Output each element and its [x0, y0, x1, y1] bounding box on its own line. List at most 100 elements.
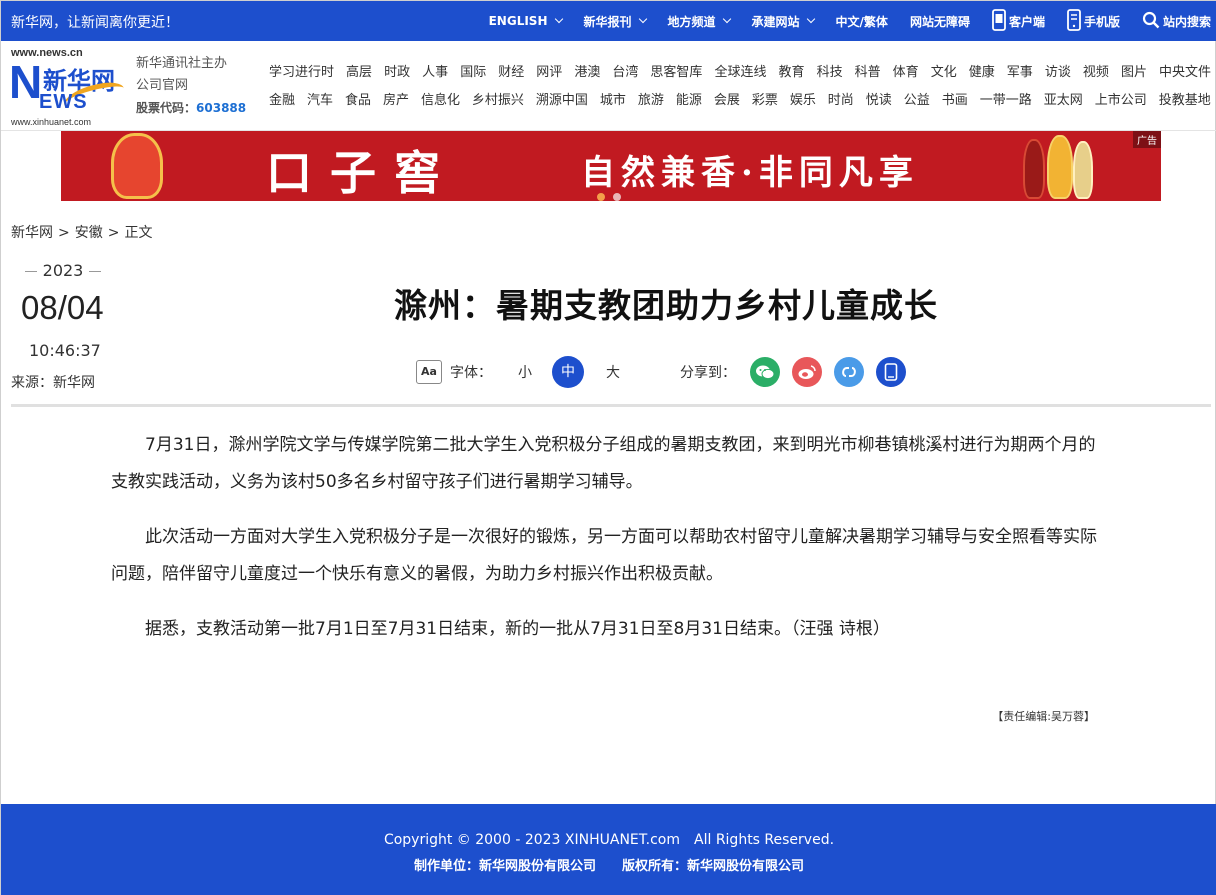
channel-link[interactable]: 亚太网 — [1044, 90, 1083, 118]
footer-producer: 制作单位：新华网股份有限公司 — [413, 859, 596, 874]
breadcrumb-current: 正文 — [124, 225, 153, 241]
chevron-down-icon — [638, 14, 647, 24]
channel-link[interactable]: 时尚 — [828, 90, 854, 118]
article-paragraph: 7月31日，滁州学院文学与传媒学院第二批大学生入党积极分子组成的暑期支教团，来到… — [111, 435, 1096, 492]
top-bar: 新华网，让新闻离你更近！ ENGLISH 新华报刊 地方频道 承建网站 中文/繁体 网站无… — [1, 1, 1216, 41]
channel-link[interactable]: 体育 — [893, 62, 919, 90]
channel-link[interactable]: 教育 — [779, 62, 805, 90]
channel-link[interactable]: 台湾 — [612, 62, 638, 90]
stock-code[interactable]: 603888 — [196, 101, 246, 115]
search-icon — [1142, 11, 1160, 32]
top-nav-item[interactable]: ENGLISH — [489, 14, 563, 28]
channel-link[interactable]: 娱乐 — [790, 90, 816, 118]
channel-row-2: 金融 汽车 食品 房产 信息化 乡村振兴 溯源中国 城市 旅游 能源 会展 彩票 娱乐 时尚 悦读 公益 书画一… — [269, 90, 1211, 118]
channel-link[interactable]: 上市公司 — [1095, 90, 1147, 118]
channel-link[interactable]: 房产 — [383, 90, 409, 118]
carousel-dot[interactable] — [613, 193, 621, 201]
channel-link[interactable]: 会展 — [714, 90, 740, 118]
channel-link[interactable]: 视频 — [1083, 62, 1109, 90]
channel-link[interactable]: 彩票 — [752, 90, 778, 118]
channel-link[interactable]: 高层 — [346, 62, 372, 90]
ad-bottle-3 — [1073, 141, 1093, 199]
font-size-small[interactable]: 小 — [518, 362, 532, 382]
chevron-down-icon — [722, 14, 731, 24]
channel-link[interactable]: 悦读 — [866, 90, 892, 118]
channel-link[interactable]: 汽车 — [307, 90, 333, 118]
channel-link[interactable]: 国际 — [460, 62, 486, 90]
channel-link[interactable]: 图片 — [1121, 62, 1147, 90]
mobile-share-button[interactable] — [876, 357, 906, 387]
channel-link[interactable]: 中央文件 — [1159, 62, 1211, 90]
link-icon — [842, 367, 856, 377]
channel-link[interactable]: 健康 — [969, 62, 995, 90]
channel-link[interactable]: 时政 — [384, 62, 410, 90]
channel-link[interactable]: 投教基地 — [1159, 90, 1211, 118]
channel-link[interactable]: 城市 — [600, 90, 626, 118]
ad-banner[interactable]: 口子窖 自然兼香·非同凡享 广告 — [61, 131, 1161, 201]
top-nav-item[interactable]: 网站无障碍 — [910, 13, 970, 30]
carousel-dot[interactable] — [597, 193, 605, 201]
channel-link[interactable]: 一带一路 — [980, 90, 1032, 118]
site-header: www.news.cn N 新华网 EWS www.xinhuanet.com … — [1, 41, 1216, 131]
font-size-large[interactable]: 大 — [606, 362, 620, 382]
ad-bottle-1 — [1023, 139, 1045, 199]
article-body: 7月31日，滁州学院文学与传媒学院第二批大学生入党积极分子组成的暑期支教团，来到… — [111, 427, 1111, 667]
article-tools: Aa 字体： 小 中 大 分享到： — [416, 356, 918, 388]
responsible-editor: 【责任编辑:吴万蓉】 — [992, 710, 1095, 723]
breadcrumb-home[interactable]: 新华网 — [11, 225, 53, 241]
wechat-share-button[interactable] — [750, 357, 780, 387]
ad-tagline: 自然兼香·非同凡享 — [581, 153, 919, 193]
top-nav-item[interactable]: 客户端 — [992, 8, 1045, 34]
channel-link[interactable]: 金融 — [269, 90, 295, 118]
top-nav-item[interactable]: 地方频道 — [668, 13, 731, 30]
channel-link[interactable]: 溯源中国 — [536, 90, 588, 118]
channel-link[interactable]: 公益 — [904, 90, 930, 118]
channel-link[interactable]: 乡村振兴 — [472, 90, 524, 118]
channel-link[interactable]: 学习进行时 — [269, 62, 334, 90]
breadcrumb-sep: > — [107, 225, 120, 241]
top-nav-label: 站内搜索 — [1162, 14, 1211, 29]
channel-link[interactable]: 食品 — [345, 90, 371, 118]
stock-info: 股票代码：603888 — [136, 97, 246, 119]
channel-link[interactable]: 旅游 — [638, 90, 664, 118]
top-nav-item[interactable]: 站内搜索 — [1142, 11, 1211, 32]
font-size-medium[interactable]: 中 — [552, 356, 584, 388]
channel-link[interactable]: 全球连线 — [714, 62, 766, 90]
top-nav-label: 网站无障碍 — [909, 14, 970, 29]
channel-link[interactable]: 人事 — [422, 62, 448, 90]
article-source: 来源：新华网 — [11, 375, 95, 391]
font-size-icon: Aa — [416, 360, 442, 384]
channel-link[interactable]: 信息化 — [421, 90, 460, 118]
channel-link[interactable]: 港澳 — [574, 62, 600, 90]
top-nav-item[interactable]: 中文/繁体 — [836, 13, 888, 30]
ad-carousel-dots — [597, 186, 629, 201]
channel-link[interactable]: 科技 — [817, 62, 843, 90]
chevron-down-icon — [806, 14, 815, 24]
channel-row-1: 学习进行时 高层 时政 人事 国际 财经 网评 港澳 台湾 思客智库 全球连线 教育 科技 科普 体育 文化健… — [269, 62, 1211, 90]
channel-link[interactable]: 书画 — [942, 90, 968, 118]
chevron-down-icon — [554, 14, 563, 24]
channel-link[interactable]: 能源 — [676, 90, 702, 118]
wechat-icon — [756, 365, 775, 380]
channel-link[interactable]: 财经 — [498, 62, 524, 90]
link-share-button[interactable] — [834, 357, 864, 387]
top-nav-item[interactable]: 新华报刊 — [584, 13, 647, 30]
channel-link[interactable]: 访谈 — [1045, 62, 1071, 90]
channel-link[interactable]: 思客智库 — [650, 62, 702, 90]
xinhua-logo[interactable]: www.news.cn N 新华网 EWS www.xinhuanet.com — [9, 47, 129, 127]
top-nav-item[interactable]: 手机版 — [1067, 8, 1120, 34]
stock-label: 股票代码： — [136, 101, 197, 115]
mobile-icon — [1067, 8, 1081, 34]
article-paragraph: 据悉，支教活动第一批7月1日至7月31日结束，新的一批从7月31日至8月31日结… — [145, 619, 890, 639]
ad-bottle-2 — [1047, 135, 1073, 199]
channel-link[interactable]: 科普 — [855, 62, 881, 90]
top-nav-item[interactable]: 承建网站 — [752, 13, 815, 30]
channel-link[interactable]: 文化 — [931, 62, 957, 90]
channel-link[interactable]: 军事 — [1007, 62, 1033, 90]
breadcrumb-anhui[interactable]: 安徽 — [75, 225, 103, 241]
channel-link[interactable]: 网评 — [536, 62, 562, 90]
top-nav-label: 中文/繁体 — [835, 14, 888, 29]
site-slogan: 新华网，让新闻离你更近！ — [11, 15, 179, 31]
org-line1: 新华通讯社主办 — [136, 56, 228, 71]
weibo-share-button[interactable] — [792, 357, 822, 387]
